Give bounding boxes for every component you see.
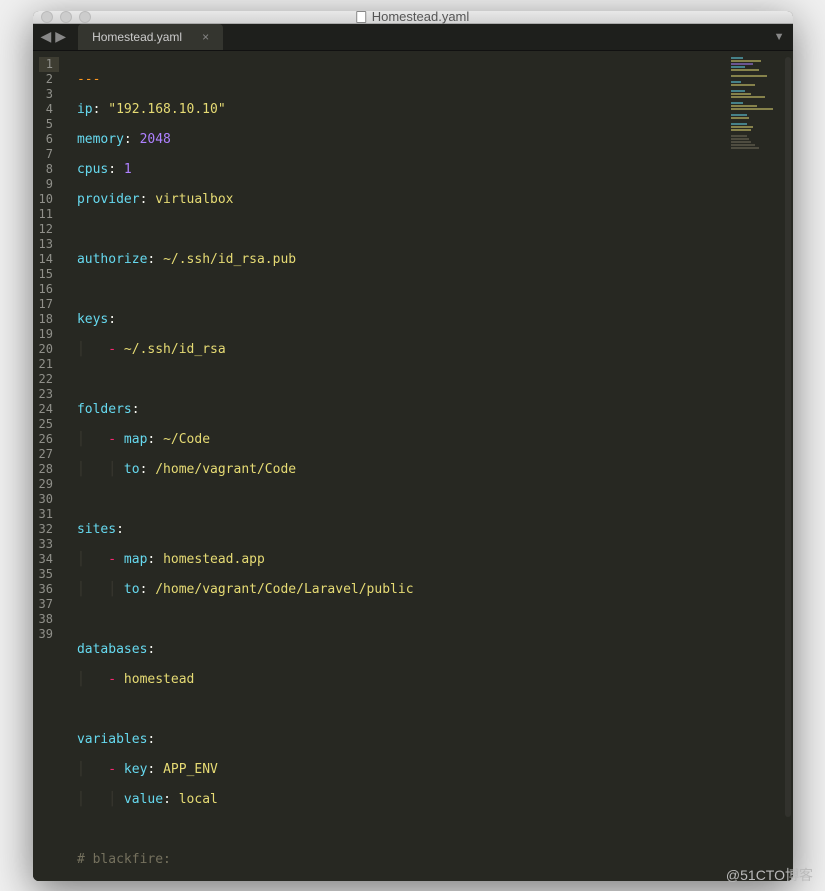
back-button[interactable]: ◀ [41, 28, 52, 45]
minimap[interactable] [731, 57, 781, 167]
overflow-icon[interactable]: ▼ [774, 31, 785, 43]
minimize-icon[interactable] [60, 11, 72, 23]
tabbar: ◀ ▶ Homestead.yaml × ▼ [33, 24, 793, 51]
tab-homestead[interactable]: Homestead.yaml × [78, 24, 223, 50]
zoom-icon[interactable] [79, 11, 91, 23]
title-text: Homestead.yaml [372, 11, 470, 25]
line-gutter: 1234567891011121314151617181920212223242… [33, 51, 69, 881]
watermark: @51CTO博客 [726, 865, 813, 885]
titlebar: Homestead.yaml [33, 11, 793, 24]
code-content[interactable]: --- ip: "192.168.10.10" memory: 2048 cpu… [69, 51, 422, 881]
document-icon [356, 11, 366, 23]
traffic-lights [41, 11, 91, 23]
editor-area[interactable]: 1234567891011121314151617181920212223242… [33, 51, 793, 881]
close-icon[interactable] [41, 11, 53, 23]
nav-arrows: ◀ ▶ [41, 28, 67, 45]
tab-close-icon[interactable]: × [202, 30, 209, 44]
tab-label: Homestead.yaml [92, 30, 182, 44]
forward-button[interactable]: ▶ [55, 28, 66, 45]
scrollbar[interactable] [785, 57, 791, 817]
editor-window: Homestead.yaml ◀ ▶ Homestead.yaml × ▼ 12… [33, 11, 793, 881]
window-title: Homestead.yaml [356, 11, 470, 25]
